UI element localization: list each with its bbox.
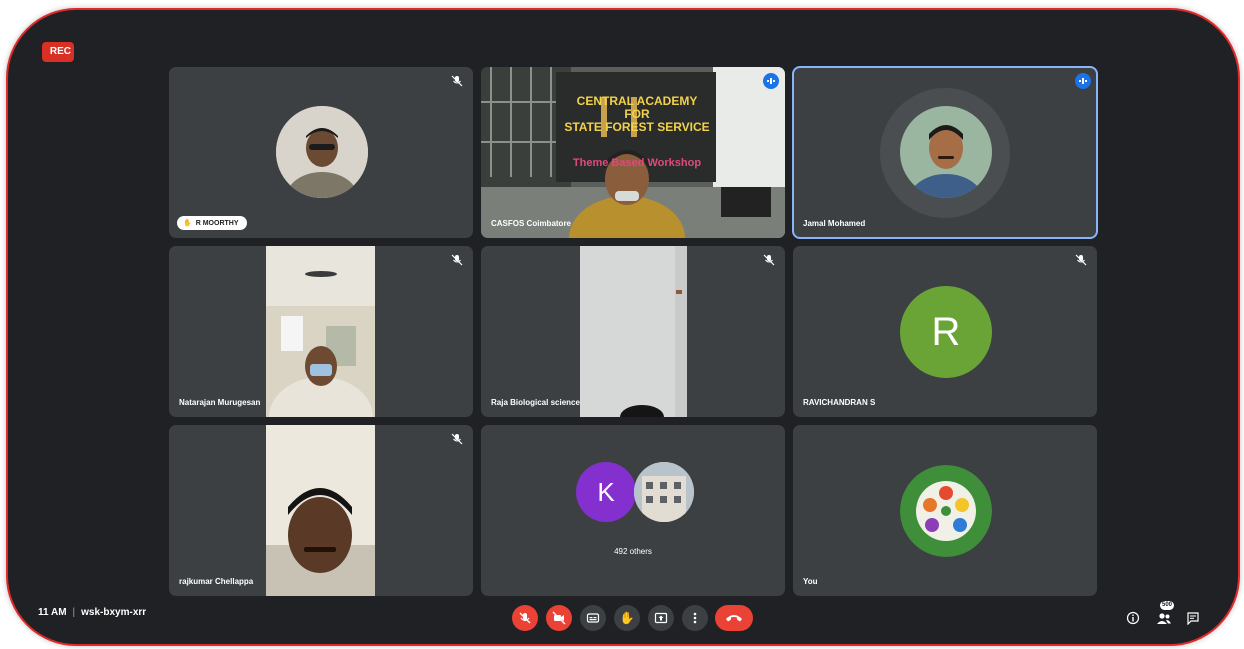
video-feed <box>266 246 375 417</box>
video-feed <box>266 425 375 596</box>
hand-icon: ✋ <box>619 611 635 625</box>
participant-tile-casfos[interactable]: CENTRAL ACADEMY FOR STATE FOREST SERVICE… <box>481 67 785 238</box>
mic-off-icon <box>451 254 463 266</box>
people-icon <box>1157 613 1171 624</box>
participant-tile-rajkumar-chellappa[interactable]: rajkumar Chellappa <box>169 425 473 596</box>
participant-name: CASFOS Coimbatore <box>491 219 572 228</box>
captions-icon <box>586 613 600 623</box>
others-tile[interactable]: K 492 others <box>481 425 785 596</box>
banner-subtitle: Theme Based Workshop <box>572 157 702 169</box>
hang-up-icon <box>726 615 742 622</box>
participant-tile-you[interactable]: You <box>793 425 1097 596</box>
banner-title: CENTRAL ACADEMY FOR STATE FOREST SERVICE <box>564 94 710 134</box>
mic-off-icon <box>519 612 531 624</box>
mic-off-icon <box>1075 254 1087 266</box>
participants-count-badge: 500 <box>1160 601 1175 610</box>
participants-button[interactable]: 500 <box>1154 601 1175 628</box>
video-feed <box>580 246 687 417</box>
video-feed <box>481 67 785 238</box>
present-icon <box>654 612 668 624</box>
meeting-details-button[interactable] <box>1123 608 1143 628</box>
more-vertical-icon <box>693 612 697 624</box>
participant-name: RAVICHANDRAN S <box>803 398 876 407</box>
initial-avatar: K <box>576 462 636 522</box>
mic-off-icon <box>451 75 463 87</box>
speaking-indicator-icon <box>763 73 779 89</box>
more-options-button[interactable] <box>682 605 708 631</box>
captions-button[interactable] <box>580 605 606 631</box>
participant-tile-raja-biological-science[interactable]: Raja Biological science <box>481 246 785 417</box>
camera-toggle-button[interactable] <box>546 605 572 631</box>
participant-name: Jamal Mohamed <box>803 219 866 228</box>
raised-hand-badge: ✋ R MOORTHY <box>177 216 247 230</box>
speaking-indicator-icon <box>1075 73 1091 89</box>
raise-hand-button[interactable]: ✋ <box>614 605 640 631</box>
avatar <box>900 106 992 198</box>
avatar <box>634 462 694 522</box>
meeting-info: 11 AM | wsk-bxym-xrr <box>38 607 147 618</box>
info-icon <box>1126 611 1140 625</box>
meet-window: REC ✋ R MOORTHY CENTRAL ACADEMY FOR STAT… <box>6 8 1240 646</box>
camera-off-icon <box>552 611 566 625</box>
participant-name: Raja Biological science <box>491 398 580 407</box>
hand-icon: ✋ <box>183 220 192 227</box>
others-count: 492 others <box>614 547 652 556</box>
recording-badge: REC <box>42 42 74 62</box>
current-time: 11 AM <box>38 607 67 618</box>
participant-name: You <box>803 577 818 586</box>
participant-tile-r-moorthy[interactable]: ✋ R MOORTHY <box>169 67 473 238</box>
bottom-toolbar: 11 AM | wsk-bxym-xrr ✋ 500 <box>8 592 1238 644</box>
participant-name: Natarajan Murugesan <box>179 398 261 407</box>
avatar <box>276 106 368 198</box>
chat-icon <box>1187 612 1199 625</box>
participant-tile-natarajan-murugesan[interactable]: Natarajan Murugesan <box>169 246 473 417</box>
leave-call-button[interactable] <box>715 605 753 631</box>
participant-name: rajkumar Chellappa <box>179 577 254 586</box>
mic-off-icon <box>451 433 463 445</box>
initial-avatar: R <box>900 286 992 378</box>
avatar <box>900 465 992 557</box>
participant-tile-ravichandran-s[interactable]: R RAVICHANDRAN S <box>793 246 1097 417</box>
chat-button[interactable] <box>1183 608 1203 628</box>
microphone-toggle-button[interactable] <box>512 605 538 631</box>
mic-off-icon <box>763 254 775 266</box>
meeting-code: wsk-bxym-xrr <box>81 607 147 618</box>
participant-tile-jamal-mohamed[interactable]: Jamal Mohamed <box>792 66 1098 239</box>
present-screen-button[interactable] <box>648 605 674 631</box>
